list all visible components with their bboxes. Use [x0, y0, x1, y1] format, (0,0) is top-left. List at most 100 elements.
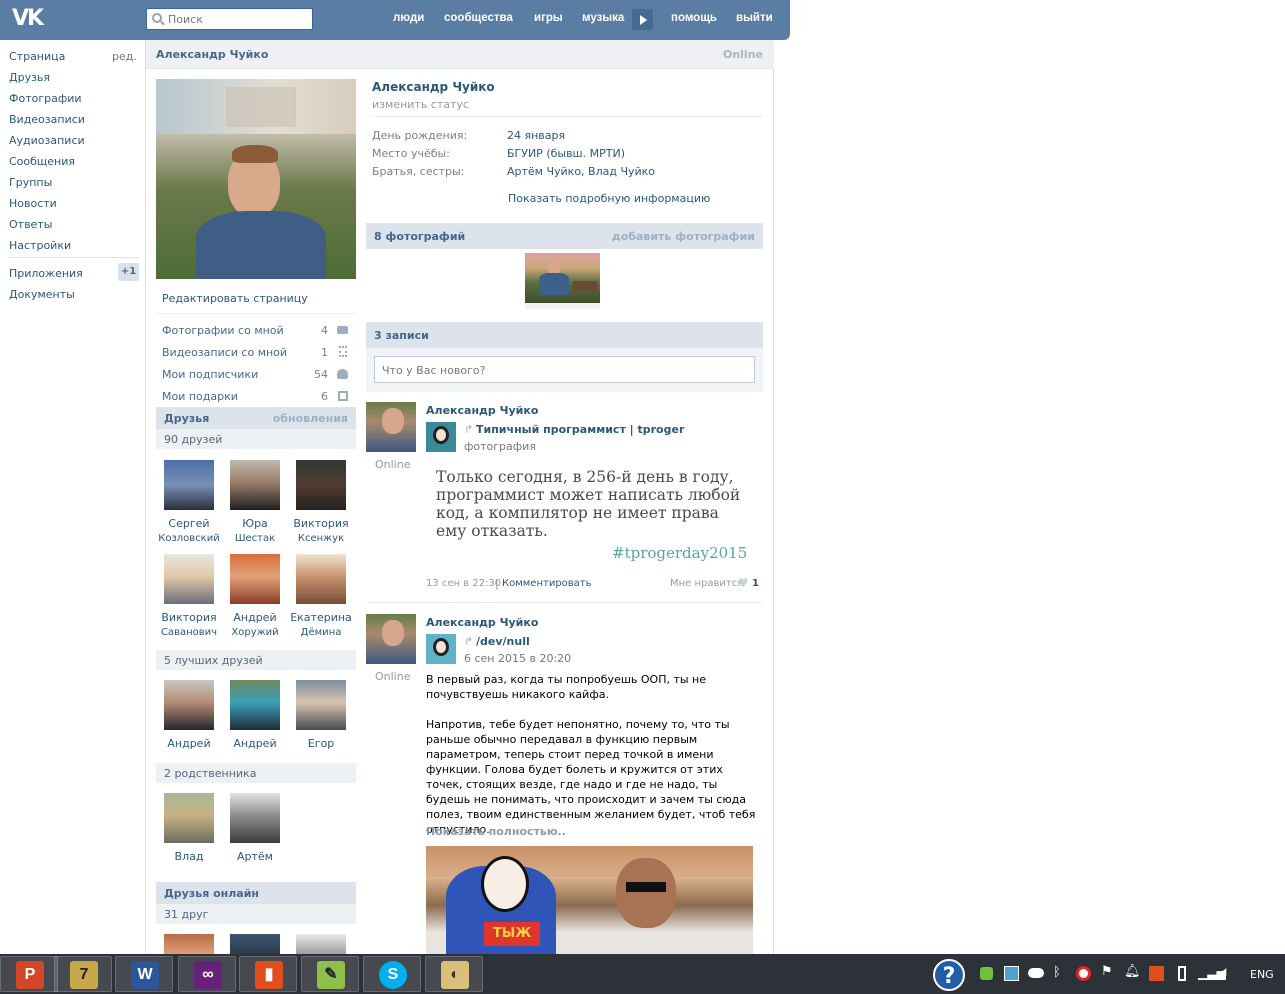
friend-photo[interactable] [230, 460, 280, 510]
nav-item-docs[interactable]: Документы [9, 288, 75, 301]
repost-source-avatar[interactable] [426, 422, 456, 452]
friend-photo[interactable] [296, 460, 346, 510]
post-author-name[interactable]: Александр Чуйко [426, 616, 538, 629]
nav-item-answers[interactable]: Ответы [9, 218, 52, 231]
online-friends-count[interactable]: 31 друг [156, 904, 356, 924]
nav-item-audio[interactable]: Аудиозаписи [9, 134, 85, 147]
wall-post-input[interactable]: Что у Вас нового? [374, 356, 755, 383]
tray-audio-app-icon[interactable] [1149, 966, 1164, 981]
counter-followers[interactable]: Мои подписчики 54 [162, 368, 348, 384]
taskbar-app[interactable]: P [0, 956, 58, 992]
counter-gifts[interactable]: Мои подарки 6 [162, 390, 348, 406]
bluetooth-icon[interactable]: ᛒ [1053, 965, 1061, 980]
language-indicator[interactable]: ENG [1250, 968, 1274, 981]
play-icon[interactable] [632, 9, 653, 30]
show-more-info-link[interactable]: Показать подробную информацию [508, 192, 710, 205]
nav-item-messages[interactable]: Сообщения [9, 155, 75, 168]
show-full-link[interactable]: Показать полностью.. [426, 825, 566, 838]
nav-item-groups[interactable]: Группы [9, 176, 52, 189]
friends-header[interactable]: Друзья обновления [156, 407, 356, 429]
repost-date[interactable]: 6 сен 2015 в 20:20 [464, 652, 571, 665]
taskbar-app[interactable]: 7 [54, 956, 112, 992]
post-date[interactable]: 13 сен в 22:30 [426, 578, 501, 589]
post-meme-image[interactable]: ТЫЖ [426, 846, 753, 954]
friend-name[interactable]: Егор [287, 737, 355, 751]
friend-photo[interactable] [164, 554, 214, 604]
school-value[interactable]: БГУИР (бывш. МРТИ) [507, 147, 625, 160]
relative-name[interactable]: Влад [155, 850, 223, 864]
post-image[interactable]: Только сегодня, в 256-й день в году, про… [426, 462, 756, 570]
best-friends-count[interactable]: 5 лучших друзей [156, 650, 356, 670]
edit-page-link[interactable]: Редактировать страницу [162, 292, 308, 305]
friend-photo[interactable] [164, 460, 214, 510]
repost-source-avatar[interactable] [426, 634, 456, 664]
nav-item-apps[interactable]: Приложения [9, 267, 83, 280]
friend-photo[interactable] [230, 554, 280, 604]
relatives-count[interactable]: 2 родственника [156, 763, 356, 783]
taskbar-app[interactable]: W [115, 956, 173, 992]
heart-icon[interactable]: ♥ [738, 576, 749, 590]
cloud-icon[interactable] [1028, 968, 1044, 978]
friend-photo[interactable] [164, 934, 214, 954]
repost-source-name[interactable]: /dev/null [476, 635, 530, 648]
relative-photo[interactable] [164, 793, 214, 843]
friend-photo[interactable] [296, 680, 346, 730]
add-photos-link[interactable]: добавить фотографии [612, 230, 755, 243]
counter-photos-with-me[interactable]: Фотографии со мной 4 [162, 324, 348, 340]
nav-item-page[interactable]: Страница [9, 50, 65, 63]
repost-source-name[interactable]: Типичный программист | tproger [476, 423, 684, 436]
online-friends-header[interactable]: Друзья онлайн [156, 882, 356, 904]
relative-photo[interactable] [230, 793, 280, 843]
taskbar-app[interactable]: ∞ [178, 956, 236, 992]
friend-name[interactable]: Андрей [155, 737, 223, 751]
friend-photo[interactable] [164, 680, 214, 730]
profile-avatar[interactable] [156, 79, 356, 279]
friend-photo[interactable] [296, 934, 346, 954]
tray-app-icon[interactable] [980, 967, 993, 980]
friend-name[interactable]: Виктория Саванович [155, 611, 223, 640]
help-icon[interactable]: ? [933, 959, 965, 991]
friend-name[interactable]: Виктория Ксенжук [287, 517, 355, 546]
nav-item-news[interactable]: Новости [9, 197, 57, 210]
siblings-value[interactable]: Артём Чуйко, Влад Чуйко [507, 165, 655, 178]
comment-link[interactable]: Комментировать [502, 578, 592, 589]
taskbar-app[interactable]: S [363, 956, 421, 992]
nav-item-photos[interactable]: Фотографии [9, 92, 82, 105]
birthday-value[interactable]: 24 января [507, 129, 565, 142]
friend-photo[interactable] [296, 554, 346, 604]
flag-icon[interactable]: ⚑ [1101, 964, 1113, 979]
post-author-avatar[interactable] [366, 402, 416, 452]
wall-header[interactable]: 3 записи [366, 322, 763, 348]
beats-icon[interactable] [1076, 966, 1091, 981]
friend-name[interactable]: Андрей Хоружий [221, 611, 289, 640]
taskbar-app[interactable]: ◐ [425, 956, 483, 992]
nav-item-videos[interactable]: Видеозаписи [9, 113, 85, 126]
nav-people[interactable]: люди [393, 12, 424, 24]
vk-logo[interactable]: VK [12, 6, 48, 32]
like-label[interactable]: Мне нравится [670, 578, 743, 589]
nav-games[interactable]: игры [534, 12, 563, 24]
volume-icon[interactable]: 🔈︎ [1222, 964, 1230, 980]
change-status-link[interactable]: изменить статус [372, 98, 469, 111]
apps-badge[interactable]: +1 [118, 263, 139, 281]
friend-photo[interactable] [230, 680, 280, 730]
friend-photo[interactable] [230, 934, 280, 954]
relative-name[interactable]: Артём [221, 850, 289, 864]
nav-music[interactable]: музыка [582, 12, 624, 24]
notification-icon[interactable]: 🔔︎ [1124, 964, 1141, 979]
taskbar-app[interactable]: ▮ [239, 956, 297, 992]
friend-name[interactable]: Екатерина Дёмина [287, 611, 355, 640]
post-author-name[interactable]: Александр Чуйко [426, 404, 538, 417]
nav-item-settings[interactable]: Настройки [9, 239, 71, 252]
nav-item-friends[interactable]: Друзья [9, 71, 50, 84]
friend-name[interactable]: Юра Шестак [221, 517, 289, 546]
edit-link[interactable]: ред. [112, 50, 137, 63]
taskbar-app[interactable]: ✎ [301, 956, 359, 992]
photos-header[interactable]: 8 фотографий добавить фотографии [366, 223, 763, 249]
battery-icon[interactable] [1178, 966, 1186, 981]
nav-communities[interactable]: сообщества [444, 12, 513, 24]
nav-help[interactable]: помощь [671, 12, 717, 24]
friend-name[interactable]: Андрей [221, 737, 289, 751]
nav-logout[interactable]: выйти [736, 12, 773, 24]
search-input[interactable]: Поиск [146, 8, 313, 30]
